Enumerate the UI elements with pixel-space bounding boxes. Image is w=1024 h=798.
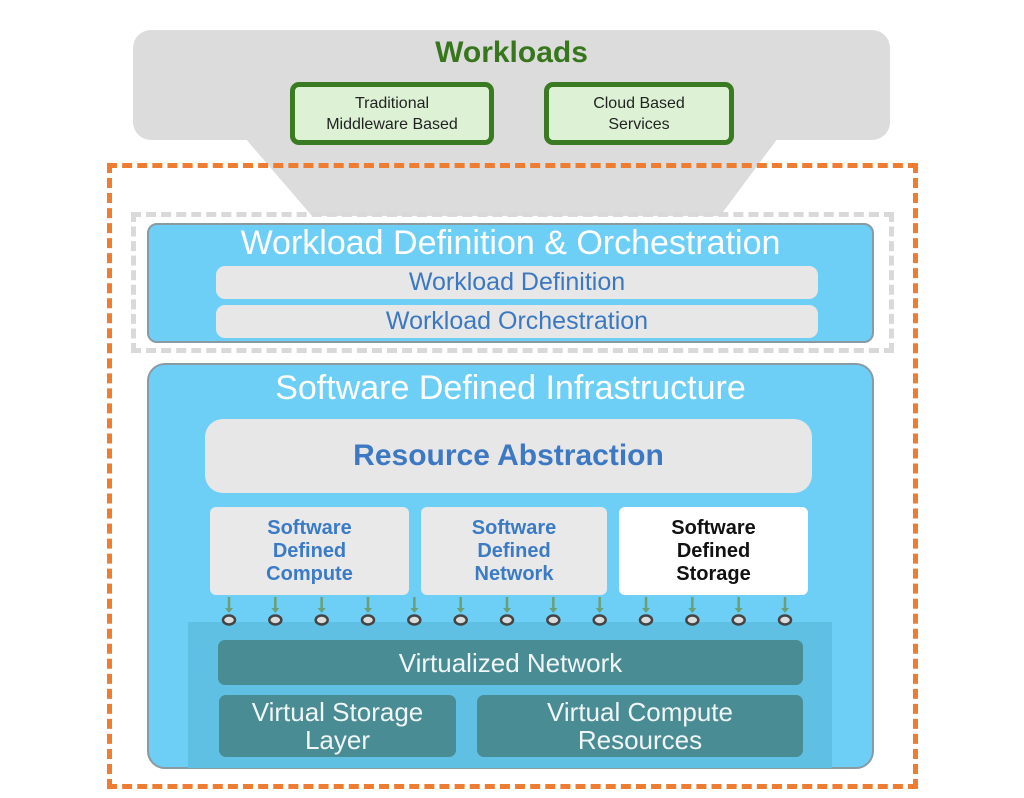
virtual-compute-box: Virtual Compute Resources [477, 695, 803, 757]
virtual-label-line: Resources [577, 725, 703, 755]
sdx-label-line: Storage [676, 562, 751, 585]
workload-label-line: Services [608, 115, 670, 133]
sdx-label-line: Network [474, 562, 554, 585]
virtualized-network-box: Virtualized Network [218, 640, 803, 685]
sdx-label-line: Defined [477, 539, 551, 562]
sdx-label-line: Software [671, 516, 756, 539]
workload-traditional-middleware: Traditional Middleware Based [290, 82, 494, 145]
workload-cloud-services: Cloud Based Services [544, 82, 734, 145]
workload-label-line: Cloud Based [593, 94, 685, 112]
sd-network-box: Software Defined Network [421, 507, 607, 595]
workload-orchestration-row: Workload Orchestration [216, 305, 818, 338]
virtual-label-line: Virtual Compute [547, 697, 733, 727]
sdx-label-line: Defined [272, 539, 347, 562]
resource-abstraction-box: Resource Abstraction [205, 419, 812, 493]
virtual-label-line: Layer [304, 725, 371, 755]
sdx-label-line: Software [471, 516, 557, 539]
workload-label-line: Middleware Based [326, 115, 458, 133]
virtual-label-line: Virtual Storage [251, 697, 424, 727]
sd-compute-box: Software Defined Compute [210, 507, 409, 595]
sdi-title: Software Defined Infrastructure [275, 369, 746, 407]
sdx-label-line: Compute [266, 562, 353, 585]
sd-storage-box: Software Defined Storage [619, 507, 808, 595]
virtual-storage-box: Virtual Storage Layer [219, 695, 456, 757]
sdx-label-line: Defined [676, 539, 751, 562]
sdx-label-line: Software [267, 516, 352, 539]
workload-label-line: Traditional [354, 94, 430, 112]
orchestration-title: Workload Definition & Orchestration [240, 224, 781, 262]
workloads-title: Workloads [435, 36, 588, 69]
workload-definition-row: Workload Definition [216, 266, 818, 299]
